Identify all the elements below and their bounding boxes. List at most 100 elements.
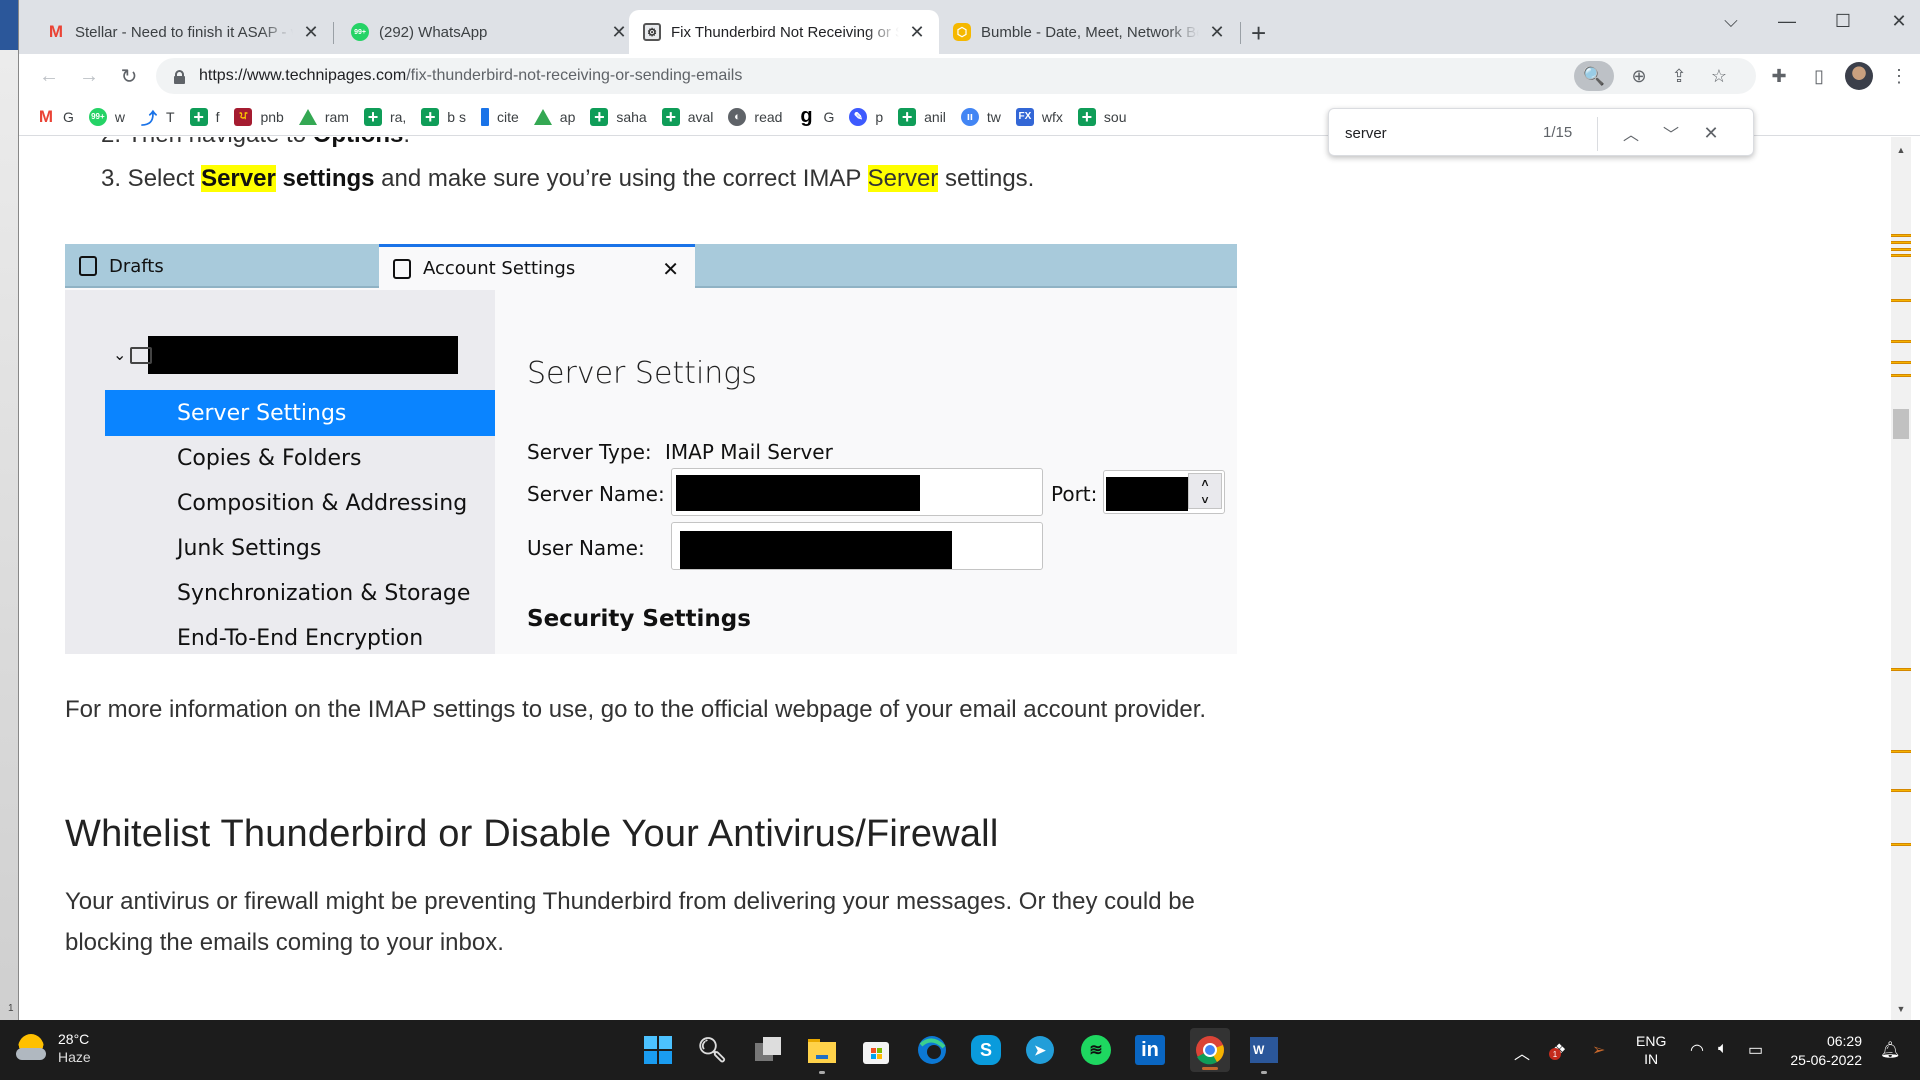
forward-button[interactable]: → [75, 62, 103, 90]
find-in-page-icon[interactable]: 🔍 [1574, 61, 1614, 91]
find-next-chevron-down-icon[interactable]: ﹀ [1659, 121, 1683, 145]
task-view-glyph [755, 1037, 781, 1061]
find-input[interactable] [1345, 121, 1515, 145]
scroll-down-arrow-icon[interactable]: ▼ [1891, 1000, 1911, 1018]
bookmark-sou[interactable]: + sou [1077, 107, 1127, 126]
windows-taskbar: 28°C Haze 🔍︎ S ➤ ≋ in W ︿ ❖1 ➢ ENG IN ◠ 🔈︎… [0, 1020, 1920, 1080]
extensions-puzzle-icon[interactable]: ✚ [1765, 62, 1793, 90]
close-icon: ✕ [662, 256, 679, 281]
bookmark-wfx[interactable]: FX wfx [1015, 107, 1063, 126]
chrome-icon[interactable] [1190, 1028, 1230, 1072]
reload-button[interactable]: ↻ [115, 62, 143, 90]
bookmark-read[interactable]: ◐ read [728, 107, 782, 126]
close-tab-icon[interactable]: ✕ [1207, 22, 1227, 43]
bookmark-aval[interactable]: + aval [661, 107, 713, 126]
find-match-marker [1891, 340, 1911, 344]
start-button[interactable] [640, 1032, 676, 1068]
dropbox-icon[interactable]: ❖1 [1549, 1040, 1566, 1060]
bookmark-p[interactable]: ✎ p [849, 107, 883, 126]
telegram-icon[interactable]: ➤ [1022, 1032, 1058, 1068]
linkedin-icon[interactable]: in [1132, 1032, 1168, 1068]
file-explorer-icon[interactable] [804, 1032, 840, 1074]
bookmark-w[interactable]: 99+ w [88, 107, 125, 126]
tab-whatsapp[interactable]: 99+ (292) WhatsApp ✕ [337, 10, 641, 54]
step-text: and make sure you’re using the correct I… [374, 165, 868, 192]
new-tab-button[interactable]: + [1251, 18, 1266, 48]
back-button[interactable]: ← [35, 62, 63, 90]
side-panel-icon[interactable]: ▯ [1805, 62, 1833, 90]
bookmark-pnb[interactable]: ਪ pnb [234, 107, 284, 126]
show-hidden-icons-chevron[interactable]: ︿ [1514, 1040, 1530, 1064]
pnb-icon: ਪ [234, 107, 253, 126]
page-scrollbar[interactable]: ▲ ▼ [1891, 137, 1911, 1020]
plus-icon: + [421, 107, 440, 126]
bookmark-anil[interactable]: + anil [898, 107, 946, 126]
bookmark-saha[interactable]: + saha [590, 107, 647, 126]
focus-assist-bell-icon[interactable]: 🔔︎ [1880, 1040, 1900, 1060]
server-name-field [671, 468, 1043, 516]
bookmark-g[interactable]: MG [37, 107, 74, 126]
bookmark-t[interactable]: ⤴ T [140, 108, 175, 128]
scrollbar-thumb[interactable] [1893, 409, 1909, 439]
find-match-marker [1891, 253, 1911, 257]
zoom-icon[interactable]: ⊕ [1624, 61, 1654, 91]
search-icon[interactable]: 🔍︎ [694, 1032, 730, 1068]
spotify-icon[interactable]: ≋ [1078, 1032, 1114, 1068]
thunderbird-sidebar: ⌄ Server Settings Copies & Folders Composi… [65, 290, 495, 654]
bumble-icon: ⬡ [953, 23, 971, 41]
maximize-button[interactable]: ☐ [1823, 6, 1863, 36]
tab-label: Account Settings [423, 258, 576, 279]
profile-avatar[interactable] [1845, 62, 1873, 90]
share-icon[interactable]: ⇪ [1664, 61, 1694, 91]
bookmark-g[interactable]: gG [797, 105, 834, 127]
bookmark-ra[interactable]: + ra, [363, 107, 406, 126]
battery-charging-icon[interactable]: ▭ [1748, 1040, 1763, 1060]
close-tab-icon[interactable]: ✕ [609, 22, 629, 43]
skype-icon[interactable]: S [968, 1032, 1004, 1068]
find-previous-chevron-up-icon[interactable]: ︿ [1619, 121, 1643, 145]
bookmark-ap[interactable]: ap [533, 108, 575, 125]
tab-gmail[interactable]: M Stellar - Need to finish it ASAP - v ✕ [33, 10, 333, 54]
bookmark-tw[interactable]: ıı tw [960, 107, 1001, 126]
t-icon: ⤴ [141, 110, 158, 128]
time: 06:29 [1826, 1033, 1862, 1049]
menu-kebab-icon[interactable]: ⋮ [1885, 62, 1913, 90]
close-tab-icon[interactable]: ✕ [907, 22, 927, 43]
bookmark-f[interactable]: + f [189, 107, 219, 126]
tab-bumble[interactable]: ⬡ Bumble - Date, Meet, Network Better ✕ [939, 10, 1239, 54]
bookmark-bs[interactable]: + b s [421, 107, 466, 126]
close-tab-icon[interactable]: ✕ [301, 22, 321, 43]
tab-search-chevron-icon[interactable]: ⌵ [1711, 6, 1751, 36]
bookmark-label: cite [496, 108, 519, 125]
scroll-up-arrow-icon[interactable]: ▲ [1891, 141, 1911, 159]
url-text[interactable]: https://www.technipages.com/fix-thunderb… [199, 67, 742, 85]
language-indicator[interactable]: ENG IN [1636, 1032, 1666, 1068]
page-number: 1 [8, 1003, 14, 1014]
edge-icon[interactable] [914, 1032, 950, 1068]
volume-icon[interactable]: 🔈︎ [1718, 1040, 1728, 1058]
find-match-marker [1891, 843, 1911, 847]
task-view-icon[interactable] [750, 1032, 786, 1068]
word-icon[interactable]: W [1246, 1032, 1282, 1074]
tab-technipages[interactable]: ⚙ Fix Thunderbird Not Receiving or Sendi… [629, 10, 939, 54]
find-match-marker [1891, 788, 1911, 792]
address-bar[interactable]: https://www.technipages.com/fix-thunderb… [156, 58, 1756, 94]
redacted-value [676, 475, 920, 511]
weather-condition: Haze [58, 1049, 91, 1065]
tw-icon: ıı [960, 107, 979, 126]
close-window-button[interactable]: ✕ [1879, 6, 1919, 36]
bookmark-ram[interactable]: ram [298, 108, 349, 125]
telegram-glyph: ➤ [1026, 1036, 1054, 1064]
minimize-button[interactable]: — [1767, 6, 1807, 36]
microsoft-store-icon[interactable] [858, 1032, 894, 1068]
find-highlight: Server [867, 165, 939, 192]
skype-glyph: S [971, 1035, 1001, 1065]
find-close-icon[interactable]: ✕ [1699, 121, 1723, 145]
wifi-icon[interactable]: ◠ [1690, 1040, 1704, 1060]
location-arrow-icon[interactable]: ➢ [1592, 1040, 1605, 1060]
bookmark-star-icon[interactable]: ☆ [1704, 61, 1734, 91]
weather-widget[interactable]: 28°C Haze [16, 1030, 91, 1066]
bookmark-cite[interactable]: cite [480, 107, 519, 126]
clock[interactable]: 06:29 25-06-2022 [1780, 1032, 1862, 1070]
lock-icon[interactable] [174, 69, 185, 84]
